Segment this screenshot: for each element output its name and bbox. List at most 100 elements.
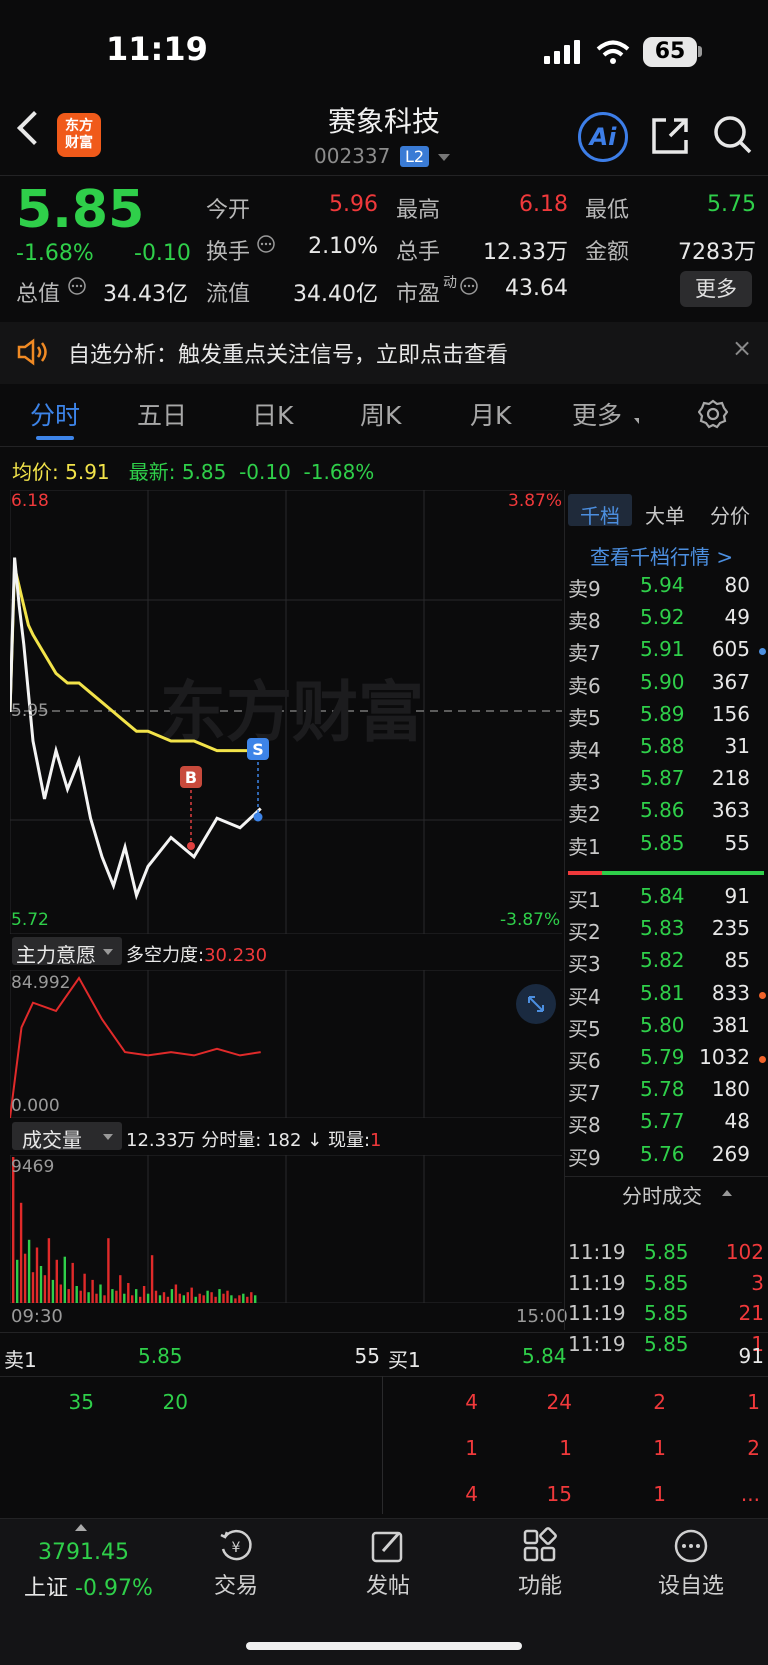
ask-volume: 31 — [724, 734, 750, 758]
bid-volume: 235 — [711, 916, 750, 941]
bid-label: 买9 — [568, 1145, 601, 1170]
volume-bar — [194, 1296, 197, 1303]
ask-row[interactable]: 卖2 5.86 363 — [568, 798, 768, 830]
bid-row[interactable]: 买6 5.79 1032 — [568, 1045, 768, 1077]
signal-text[interactable]: 自选分析：触发重点关注信号，立即点击查看 — [68, 337, 508, 369]
indicator-name[interactable]: 主力意愿 — [16, 939, 96, 968]
ai-assistant-button[interactable]: Ai — [578, 112, 628, 162]
chevron-down-icon[interactable] — [103, 949, 113, 955]
ask-row[interactable]: 卖3 5.87 218 — [568, 766, 768, 798]
home-indicator — [246, 1642, 522, 1650]
index-info[interactable]: 上证 -0.97% — [24, 1570, 153, 1602]
bid-row[interactable]: 买4 5.81 833 — [568, 981, 768, 1013]
volume-bar — [43, 1275, 47, 1303]
share-icon[interactable] — [650, 116, 690, 156]
bid-row[interactable]: 买8 5.77 48 — [568, 1109, 768, 1141]
open-value: 5.96 — [329, 192, 378, 217]
index-value[interactable]: 3791.45 — [38, 1540, 129, 1565]
volume-bar — [139, 1296, 142, 1303]
chevron-up-icon[interactable] — [722, 1190, 732, 1196]
volume-bar — [115, 1290, 118, 1303]
ask-label: 卖4 — [568, 738, 601, 762]
volume-indicator-name[interactable]: 成交量 — [22, 1124, 82, 1153]
tab-big-order[interactable]: 大单 — [645, 500, 685, 529]
trade-time: 11:19 — [568, 1240, 626, 1264]
ask-row[interactable]: 卖1 5.85 55 — [568, 831, 768, 863]
now-label: 现量: — [327, 1130, 371, 1151]
ask-volume: 156 — [711, 701, 750, 726]
volume-bar — [186, 1292, 189, 1303]
tab-monthly[interactable]: 月K — [470, 396, 511, 432]
info-icon[interactable] — [459, 276, 479, 296]
nav-add-watchlist[interactable]: 设自选 — [641, 1568, 741, 1600]
ask-price: 5.94 — [640, 573, 685, 597]
bid-volume: 1032 — [699, 1045, 750, 1069]
more-dots-icon[interactable] — [672, 1527, 710, 1565]
nav-trade[interactable]: 交易 — [186, 1568, 286, 1600]
bid-row[interactable]: 买7 5.78 180 — [568, 1077, 768, 1109]
tab-intraday[interactable]: 分时 — [30, 396, 80, 432]
ask-row[interactable]: 卖5 5.89 156 — [568, 702, 768, 734]
zhuli-chart[interactable] — [10, 970, 562, 1118]
volume-bar — [127, 1283, 130, 1303]
ask-row[interactable]: 卖6 5.90 367 — [568, 670, 768, 702]
bid-row[interactable]: 买5 5.80 381 — [568, 1013, 768, 1045]
ratio-bar-sell — [568, 871, 602, 875]
volume-bar — [135, 1289, 138, 1303]
queue-ask-label: 卖1 — [4, 1348, 37, 1372]
bid-row[interactable]: 买9 5.76 269 — [568, 1142, 768, 1174]
bid-row[interactable]: 买3 5.82 85 — [568, 948, 768, 980]
chevron-down-icon[interactable] — [438, 154, 450, 161]
trades-title[interactable]: 分时成交 — [622, 1180, 702, 1209]
ask-price: 5.92 — [640, 605, 685, 630]
ask-row[interactable]: 卖7 5.91 605 — [568, 637, 768, 669]
info-icon[interactable] — [67, 276, 87, 296]
divider — [0, 175, 768, 176]
view-depth-link[interactable]: 查看千档行情 > — [590, 541, 733, 570]
post-icon[interactable] — [369, 1527, 407, 1565]
volume-bar — [55, 1259, 58, 1303]
float-value: 34.40亿 — [293, 282, 378, 307]
tab-depth[interactable]: 千档 — [580, 500, 620, 529]
level-badge[interactable]: L2 — [400, 146, 430, 167]
nav-functions[interactable]: 功能 — [490, 1568, 590, 1600]
gear-icon[interactable] — [698, 399, 728, 429]
ask-price: 5.86 — [640, 798, 685, 823]
zhuli-y-max: 84.992 — [11, 973, 71, 993]
ask-row[interactable]: 卖8 5.92 49 — [568, 605, 768, 637]
chevron-up-icon[interactable] — [75, 1524, 87, 1531]
bid-row[interactable]: 买1 5.84 91 — [568, 884, 768, 916]
volume-bar — [158, 1295, 162, 1303]
chevron-down-icon[interactable] — [103, 1134, 113, 1140]
close-icon[interactable]: × — [732, 334, 752, 362]
intraday-price-chart[interactable]: 东方财富 B S — [10, 490, 562, 934]
tab-weekly[interactable]: 周K — [360, 396, 401, 432]
more-button[interactable]: 更多 — [680, 271, 752, 307]
functions-icon[interactable] — [521, 1527, 559, 1565]
volume-bar — [71, 1262, 74, 1303]
trade-icon[interactable]: ¥ — [217, 1527, 255, 1565]
latest-pct: -1.68% — [303, 460, 375, 484]
queue-bid-order: 2 — [747, 1436, 760, 1460]
queue-bid-vol: 91 — [738, 1344, 764, 1368]
volume-bar — [95, 1293, 98, 1303]
latest-change: -0.10 — [239, 460, 291, 484]
nav-post[interactable]: 发帖 — [338, 1568, 438, 1600]
now-value: 1 — [370, 1130, 382, 1151]
tab-more[interactable]: 更多 — [572, 396, 622, 432]
search-icon[interactable] — [712, 114, 754, 156]
expand-icon[interactable] — [516, 984, 556, 1024]
info-icon[interactable] — [256, 234, 276, 254]
volume-bar — [35, 1247, 39, 1303]
volume-chart[interactable] — [10, 1155, 562, 1303]
ask-row[interactable]: 卖4 5.88 31 — [568, 734, 768, 766]
ask-volume: 605 — [711, 637, 750, 662]
ask-row[interactable]: 卖9 5.94 80 — [568, 573, 768, 605]
tab-five-day[interactable]: 五日 — [137, 396, 187, 432]
expand-button[interactable] — [516, 984, 556, 1024]
bid-row[interactable]: 买2 5.83 235 — [568, 916, 768, 948]
tab-daily[interactable]: 日K — [252, 396, 293, 432]
volume-bar — [75, 1286, 78, 1303]
tab-price-dist[interactable]: 分价 — [710, 500, 750, 529]
large-order-dot — [759, 648, 766, 656]
